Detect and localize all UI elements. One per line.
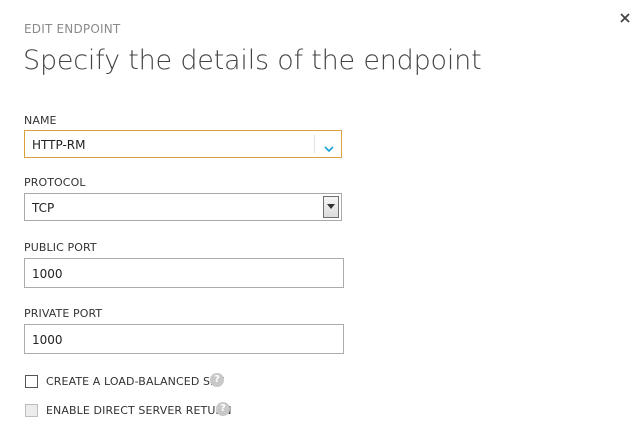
protocol-label: PROTOCOL bbox=[24, 176, 86, 189]
direct-server-return-checkbox[interactable] bbox=[25, 404, 38, 417]
load-balanced-checkbox[interactable] bbox=[25, 375, 38, 388]
chevron-down-icon bbox=[327, 204, 335, 209]
private-port-input[interactable]: 1000 bbox=[24, 324, 344, 354]
private-port-value[interactable]: 1000 bbox=[32, 333, 63, 347]
private-port-label: PRIVATE PORT bbox=[24, 307, 103, 320]
combo-divider bbox=[314, 135, 315, 153]
chevron-down-icon[interactable] bbox=[323, 139, 335, 153]
dialog-subtitle: EDIT ENDPOINT bbox=[24, 22, 121, 36]
select-dropdown-button[interactable] bbox=[323, 196, 339, 218]
public-port-input[interactable]: 1000 bbox=[24, 258, 344, 288]
public-port-value[interactable]: 1000 bbox=[32, 267, 63, 281]
protocol-value[interactable]: TCP bbox=[32, 201, 54, 215]
close-icon[interactable] bbox=[618, 10, 632, 24]
edit-endpoint-dialog: EDIT ENDPOINT Specify the details of the… bbox=[0, 0, 636, 430]
load-balanced-option[interactable]: CREATE A LOAD-BALANCED SET bbox=[24, 374, 234, 390]
name-label: NAME bbox=[24, 114, 57, 127]
help-icon[interactable]: ? bbox=[210, 373, 224, 387]
direct-server-return-label[interactable]: ENABLE DIRECT SERVER RETURN bbox=[46, 404, 232, 417]
public-port-label: PUBLIC PORT bbox=[24, 241, 97, 254]
name-value[interactable]: HTTP-RM bbox=[32, 138, 85, 152]
direct-server-return-option[interactable]: ENABLE DIRECT SERVER RETURN bbox=[24, 403, 239, 419]
load-balanced-label[interactable]: CREATE A LOAD-BALANCED SET bbox=[46, 375, 224, 388]
help-icon[interactable]: ? bbox=[216, 402, 230, 416]
name-combobox[interactable]: HTTP-RM bbox=[24, 130, 342, 158]
page-title: Specify the details of the endpoint bbox=[23, 45, 482, 76]
protocol-select[interactable]: TCP bbox=[24, 193, 342, 221]
